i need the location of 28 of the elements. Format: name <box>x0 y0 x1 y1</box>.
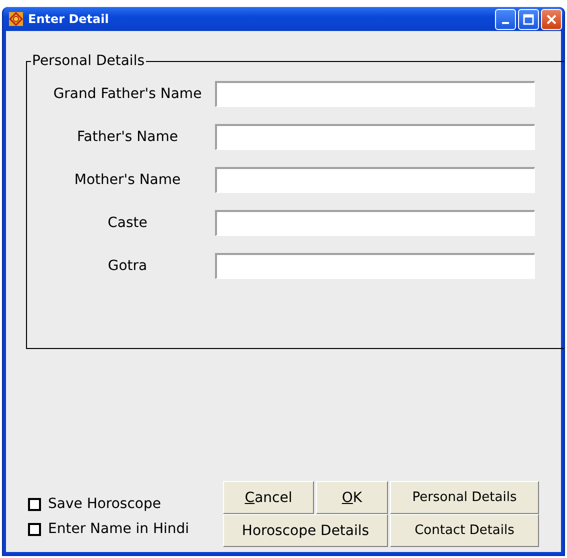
group-legend: Personal Details <box>31 53 146 69</box>
checkbox-option[interactable]: Enter Name in Hindi <box>28 521 223 537</box>
minimize-icon <box>502 22 509 24</box>
field-label: Father's Name <box>76 129 179 145</box>
dialog-button[interactable]: Contact Details <box>390 514 539 547</box>
close-button[interactable] <box>541 8 562 30</box>
field-label: Caste <box>106 215 148 231</box>
dialog-button[interactable]: Personal Details <box>390 481 539 514</box>
checkbox-option[interactable]: Save Horoscope <box>28 496 223 512</box>
dialog-button[interactable]: Cancel <box>223 481 314 514</box>
app-icon <box>9 12 23 26</box>
checkbox[interactable] <box>28 498 41 510</box>
input-field[interactable] <box>215 81 535 107</box>
input-field[interactable] <box>215 124 535 150</box>
maximize-icon <box>523 14 534 24</box>
input-field[interactable] <box>215 167 535 193</box>
field-label: Gotra <box>106 258 148 274</box>
dialog-button[interactable]: Horoscope Details <box>223 514 388 547</box>
checkbox[interactable] <box>28 522 41 536</box>
input-field[interactable] <box>215 210 535 236</box>
dialog-button[interactable]: OK <box>316 481 388 514</box>
maximize-button[interactable] <box>518 8 539 30</box>
field-label: Grand Father's Name <box>52 86 203 102</box>
minimize-button[interactable] <box>495 8 516 30</box>
field-label: Mother's Name <box>73 172 182 188</box>
close-icon <box>546 14 557 24</box>
input-field[interactable] <box>215 253 535 279</box>
window-title: Enter Detail <box>28 12 109 26</box>
